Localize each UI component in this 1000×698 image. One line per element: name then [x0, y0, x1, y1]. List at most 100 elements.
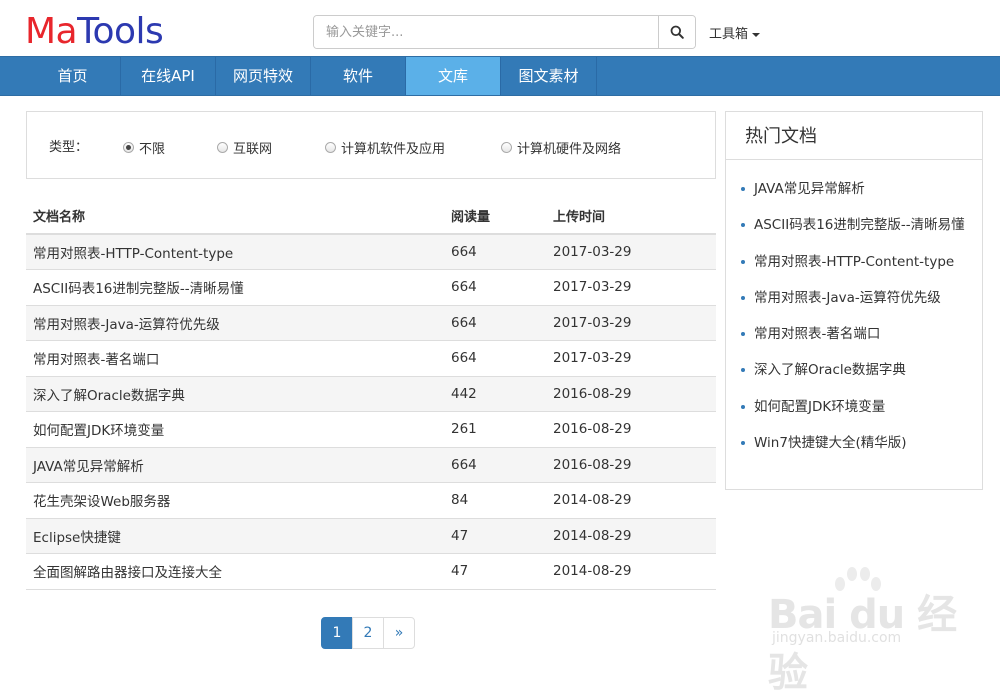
hot-document-item: Win7快捷键大全(精华版) [726, 425, 982, 461]
cell-date: 2014-08-29 [546, 517, 716, 554]
col-header-date: 上传时间 [546, 198, 716, 235]
radio-checked-icon[interactable] [123, 142, 134, 153]
nav-item-5[interactable]: 图文素材 [501, 57, 597, 95]
col-header-name: 文档名称 [26, 198, 444, 235]
hot-document-item: 深入了解Oracle数据字典 [726, 352, 982, 388]
page-2-button[interactable]: 2 [352, 617, 384, 649]
document-table: 文档名称 阅读量 上传时间 常用对照表-HTTP-Content-type 664… [26, 198, 716, 590]
table-row: 常用对照表-著名端口 664 2017-03-29 [26, 340, 716, 376]
cell-date: 2016-08-29 [546, 446, 716, 483]
table-row: 常用对照表-HTTP-Content-type 664 2017-03-29 [26, 233, 716, 270]
table-row: 常用对照表-Java-运算符优先级 664 2017-03-29 [26, 304, 716, 341]
nav-item-0[interactable]: 首页 [25, 57, 121, 95]
table-header-row: 文档名称 阅读量 上传时间 [26, 198, 716, 235]
table-row: 全面图解路由器接口及连接大全 47 2014-08-29 [26, 553, 716, 590]
table-row: 如何配置JDK环境变量 261 2016-08-29 [26, 411, 716, 447]
cell-date: 2014-08-29 [546, 553, 716, 590]
filter-option-label: 计算机硬件及网络 [517, 142, 622, 157]
hot-documents-panel: 热门文档 JAVA常见异常解析 ASCII码表16进制完整版--清晰易懂 常用对照表… [725, 111, 983, 490]
filter-option-label: 不限 [139, 142, 166, 157]
document-link[interactable]: 常用对照表-HTTP-Content-type [33, 246, 233, 262]
main-nav: 首页 在线API 网页特效 软件 文库 图文素材 [0, 56, 1000, 96]
hot-document-item: ASCII码表16进制完整版--清晰易懂 [726, 207, 982, 243]
document-link[interactable]: ASCII码表16进制完整版--清晰易懂 [33, 281, 244, 297]
toolbox-dropdown[interactable]: 工具箱 [709, 23, 761, 42]
cell-name: 常用对照表-HTTP-Content-type [26, 233, 444, 270]
hot-document-link[interactable]: 常用对照表-著名端口 [754, 326, 880, 342]
hot-document-link[interactable]: 常用对照表-Java-运算符优先级 [754, 290, 941, 306]
nav-item-1[interactable]: 在线API [121, 57, 216, 95]
cell-name: Eclipse快捷键 [26, 517, 444, 554]
logo-part-ma: Ma [25, 11, 78, 52]
nav-item-3[interactable]: 软件 [311, 57, 406, 95]
hot-document-item: 常用对照表-HTTP-Content-type [726, 244, 982, 280]
bullet-icon [741, 259, 745, 264]
cell-name: JAVA常见异常解析 [26, 446, 444, 483]
filter-option-1[interactable]: 互联网 [217, 138, 272, 157]
hot-document-item: 常用对照表-Java-运算符优先级 [726, 280, 982, 316]
next-page-button[interactable]: » [383, 617, 415, 649]
cell-date: 2017-03-29 [546, 304, 716, 341]
hot-document-link[interactable]: Win7快捷键大全(精华版) [754, 435, 906, 451]
cell-name: 全面图解路由器接口及连接大全 [26, 553, 444, 590]
search-icon [670, 25, 684, 39]
page-1-button[interactable]: 1 [321, 617, 353, 649]
filter-label: 类型： [49, 140, 89, 155]
hot-document-link[interactable]: 深入了解Oracle数据字典 [754, 362, 906, 378]
cell-name: 深入了解Oracle数据字典 [26, 375, 444, 412]
caret-down-icon [752, 32, 761, 37]
cell-date: 2017-03-29 [546, 233, 716, 270]
document-link[interactable]: 常用对照表-Java-运算符优先级 [33, 317, 220, 333]
document-link[interactable]: 花生壳架设Web服务器 [33, 494, 170, 510]
search-button[interactable] [658, 16, 695, 48]
hot-documents-title: 热门文档 [726, 112, 982, 160]
cell-date: 2016-08-29 [546, 375, 716, 412]
table-row: 花生壳架设Web服务器 84 2014-08-29 [26, 482, 716, 518]
document-link[interactable]: 深入了解Oracle数据字典 [33, 388, 185, 404]
filter-option-3[interactable]: 计算机硬件及网络 [501, 138, 621, 157]
document-link[interactable]: Eclipse快捷键 [33, 530, 121, 546]
filter-option-label: 互联网 [233, 142, 273, 157]
cell-reads: 47 [444, 517, 546, 554]
hot-document-link[interactable]: JAVA常见异常解析 [754, 181, 865, 197]
document-link[interactable]: JAVA常见异常解析 [33, 459, 144, 475]
bullet-icon [741, 441, 745, 446]
table-row: JAVA常见异常解析 664 2016-08-29 [26, 446, 716, 483]
hot-document-link[interactable]: ASCII码表16进制完整版--清晰易懂 [754, 217, 965, 233]
hot-document-link[interactable]: 如何配置JDK环境变量 [754, 399, 885, 415]
type-filter: 类型： 不限 互联网 计算机软件及应用 计算机硬件及网络 [26, 111, 716, 179]
hot-document-item: 如何配置JDK环境变量 [726, 389, 982, 425]
cell-name: ASCII码表16进制完整版--清晰易懂 [26, 269, 444, 305]
table-row: ASCII码表16进制完整版--清晰易懂 664 2017-03-29 [26, 269, 716, 305]
site-logo[interactable]: MaTools [25, 10, 164, 54]
radio-unchecked-icon[interactable] [325, 142, 336, 153]
search-input[interactable] [314, 16, 658, 48]
cell-name: 常用对照表-著名端口 [26, 340, 444, 376]
filter-option-0[interactable]: 不限 [123, 138, 165, 157]
document-link[interactable]: 常用对照表-著名端口 [33, 352, 159, 368]
nav-item-4[interactable]: 文库 [406, 57, 501, 95]
filter-option-label: 计算机软件及应用 [341, 142, 446, 157]
radio-unchecked-icon[interactable] [217, 142, 228, 153]
cell-name: 常用对照表-Java-运算符优先级 [26, 304, 444, 341]
cell-reads: 442 [444, 375, 546, 412]
toolbox-label: 工具箱 [709, 27, 749, 42]
cell-reads: 84 [444, 482, 546, 518]
bullet-icon [741, 223, 745, 228]
table-row: Eclipse快捷键 47 2014-08-29 [26, 517, 716, 554]
bullet-icon [741, 368, 745, 373]
cell-name: 花生壳架设Web服务器 [26, 482, 444, 518]
filter-option-2[interactable]: 计算机软件及应用 [325, 138, 445, 157]
cell-date: 2017-03-29 [546, 269, 716, 305]
bullet-icon [741, 332, 745, 337]
hot-document-item: 常用对照表-著名端口 [726, 316, 982, 352]
document-link[interactable]: 全面图解路由器接口及连接大全 [33, 565, 222, 581]
cell-date: 2016-08-29 [546, 411, 716, 447]
cell-date: 2014-08-29 [546, 482, 716, 518]
hot-document-item: JAVA常见异常解析 [726, 171, 982, 207]
radio-unchecked-icon[interactable] [501, 142, 512, 153]
document-link[interactable]: 如何配置JDK环境变量 [33, 423, 164, 439]
hot-document-link[interactable]: 常用对照表-HTTP-Content-type [754, 254, 954, 270]
nav-item-2[interactable]: 网页特效 [216, 57, 311, 95]
pagination: 1 2» [321, 617, 415, 649]
